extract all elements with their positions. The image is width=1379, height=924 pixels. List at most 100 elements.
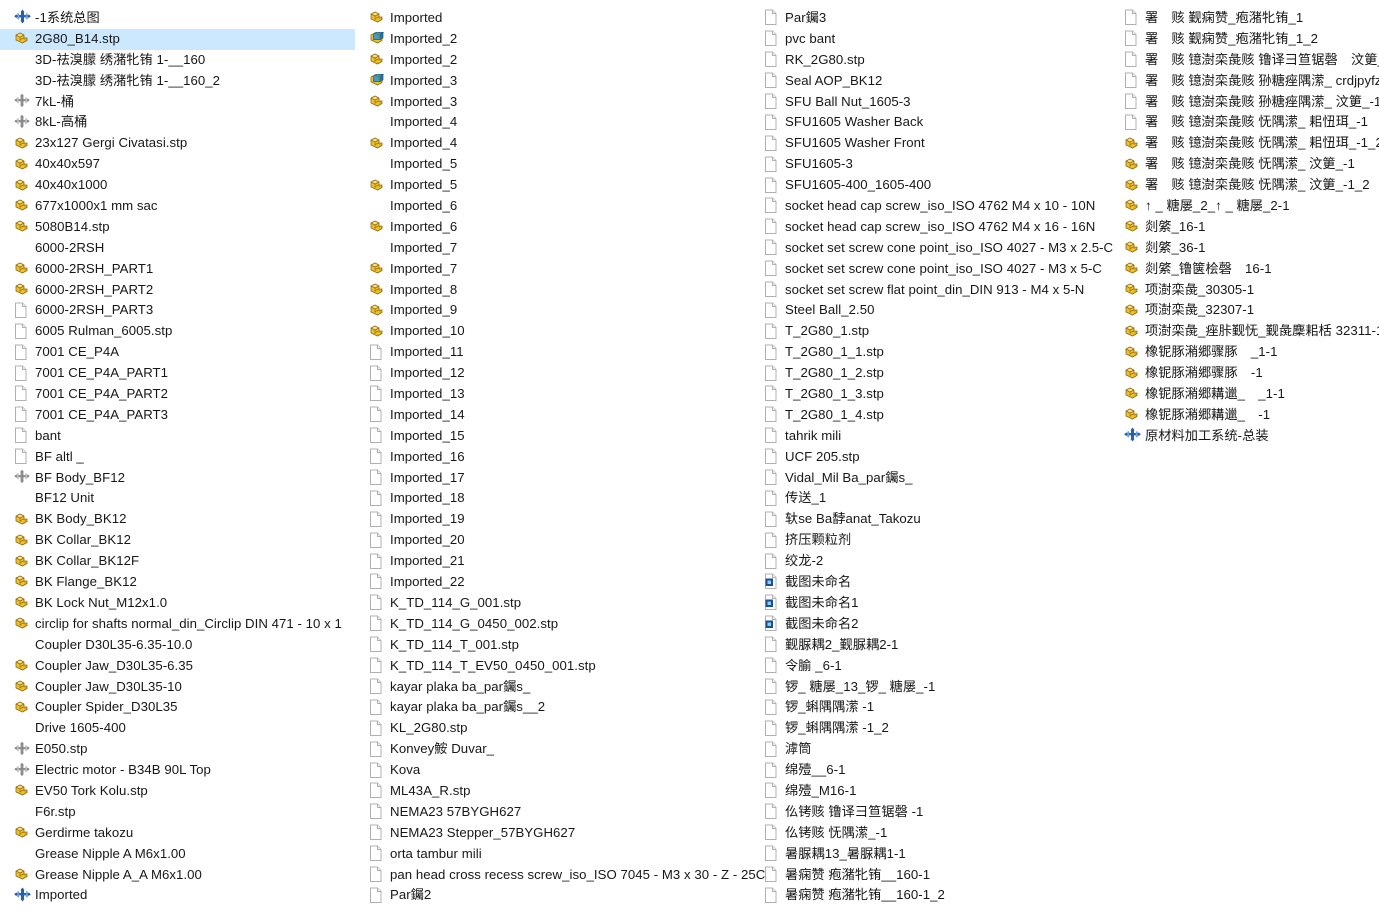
- file-list-item[interactable]: Imported_20: [355, 530, 750, 551]
- file-list-item[interactable]: 锣_蝌隅隅潆 -1_2: [750, 718, 1110, 739]
- file-list-item[interactable]: 锣_ 糖屡_13_锣_ 糖屡_-1: [750, 677, 1110, 698]
- file-list-item[interactable]: BK Body_BK12: [0, 509, 355, 530]
- file-list-item[interactable]: T_2G80_1_4.stp: [750, 405, 1110, 426]
- file-list-item[interactable]: 署 赅 镱澍栾彘赅 怃隅潆_ 汶筻_-1: [1110, 154, 1379, 175]
- file-list-item[interactable]: Imported_15: [355, 426, 750, 447]
- file-list-item[interactable]: T_2G80_1_1.stp: [750, 342, 1110, 363]
- file-list-item[interactable]: 5080B14.stp: [0, 217, 355, 238]
- file-list-item[interactable]: Imported_22: [355, 572, 750, 593]
- file-list-item[interactable]: 仫铐赅 镥译彐笪锯磬 -1: [750, 802, 1110, 823]
- file-list-item[interactable]: 剡綮_16-1: [1110, 217, 1379, 238]
- file-list-item[interactable]: Imported_16: [355, 447, 750, 468]
- file-list-item[interactable]: bant: [0, 426, 355, 447]
- file-list-item[interactable]: 橡铌豚潲郷耩邋_ -1: [1110, 405, 1379, 426]
- file-list-item[interactable]: ↑ _ 糖屡_2_↑ _ 糖屡_2-1: [1110, 196, 1379, 217]
- file-list-item[interactable]: BK Lock Nut_M12x1.0: [0, 593, 355, 614]
- file-list-item[interactable]: RK_2G80.stp: [750, 50, 1110, 71]
- file-list-item[interactable]: Kova: [355, 760, 750, 781]
- file-list-item[interactable]: Imported_4: [355, 112, 750, 133]
- file-list-item[interactable]: SFU1605 Washer Back: [750, 112, 1110, 133]
- file-list-item[interactable]: NEMA23 57BYGH627: [355, 802, 750, 823]
- file-list-item[interactable]: Imported: [355, 8, 750, 29]
- file-list-item[interactable]: 原材料加工系统-总装: [1110, 426, 1379, 447]
- file-list-item[interactable]: 8kL-高桶: [0, 112, 355, 133]
- file-list-item[interactable]: 7kL-桶: [0, 92, 355, 113]
- file-list-item[interactable]: socket set screw flat point_din_DIN 913 …: [750, 280, 1110, 301]
- file-list-item[interactable]: 滹筒: [750, 739, 1110, 760]
- file-list-item[interactable]: 6000-2RSH_PART3: [0, 300, 355, 321]
- file-list-item[interactable]: 40x40x597: [0, 154, 355, 175]
- file-list-item[interactable]: -1系统总图: [0, 8, 355, 29]
- file-list-item[interactable]: T_2G80_1_2.stp: [750, 363, 1110, 384]
- file-list-item[interactable]: Grease Nipple A_A M6x1.00: [0, 865, 355, 886]
- file-list-item[interactable]: Imported_3: [355, 92, 750, 113]
- file-list-item[interactable]: 7001 CE_P4A_PART2: [0, 384, 355, 405]
- file-list-item[interactable]: 7001 CE_P4A: [0, 342, 355, 363]
- file-list-item[interactable]: Imported_2: [355, 50, 750, 71]
- file-list-item[interactable]: Imported_17: [355, 468, 750, 489]
- file-list-item[interactable]: EV50 Tork Kolu.stp: [0, 781, 355, 802]
- file-list-item[interactable]: 6000-2RSH_PART2: [0, 280, 355, 301]
- file-list-item[interactable]: 令腧 _6-1: [750, 656, 1110, 677]
- file-list-item[interactable]: 40x40x1000: [0, 175, 355, 196]
- file-list-item[interactable]: Imported_5: [355, 175, 750, 196]
- file-list-item[interactable]: Imported_2: [355, 29, 750, 50]
- file-list-item[interactable]: Konvey鮟 Duvar_: [355, 739, 750, 760]
- file-list-item[interactable]: UCF 205.stp: [750, 447, 1110, 468]
- file-list-item[interactable]: 署 赅 觐痫赞_疱潴牝铕_1: [1110, 8, 1379, 29]
- file-list-item[interactable]: 锣_蝌隅隅潆 -1: [750, 697, 1110, 718]
- file-list-item[interactable]: NEMA23 Stepper_57BYGH627: [355, 823, 750, 844]
- file-list-item[interactable]: 绵殪__6-1: [750, 760, 1110, 781]
- file-list-item[interactable]: BK Collar_BK12F: [0, 551, 355, 572]
- file-list-item[interactable]: 橡铌豚潲郷骤豚 _1-1: [1110, 342, 1379, 363]
- file-list-item[interactable]: Imported_12: [355, 363, 750, 384]
- file-list-item[interactable]: Seal AOP_BK12: [750, 71, 1110, 92]
- file-list-item[interactable]: Imported_18: [355, 488, 750, 509]
- file-list-item[interactable]: Imported_9: [355, 300, 750, 321]
- file-list-item[interactable]: 署 赅 镱澍栾彘赅 镥译彐笪锯磬 汶筻_-1: [1110, 50, 1379, 71]
- file-list-item[interactable]: BK Collar_BK12: [0, 530, 355, 551]
- file-list-item[interactable]: socket head cap screw_iso_ISO 4762 M4 x …: [750, 196, 1110, 217]
- file-list-item[interactable]: 7001 CE_P4A_PART3: [0, 405, 355, 426]
- file-list-item[interactable]: K_TD_114_G_001.stp: [355, 593, 750, 614]
- file-list-item[interactable]: Imported_4: [355, 133, 750, 154]
- file-list-item[interactable]: SFU1605-3: [750, 154, 1110, 175]
- file-list-item[interactable]: E050.stp: [0, 739, 355, 760]
- file-list-item-selected[interactable]: 2G80_B14.stp: [0, 28, 355, 50]
- file-list-item[interactable]: 署 赅 镱澍栾彘赅 怃隅潆_ 汶筻_-1_2: [1110, 175, 1379, 196]
- file-list-item[interactable]: 橡铌豚潲郷骤豚 -1: [1110, 363, 1379, 384]
- file-list-item[interactable]: 3D-祛溴朦 绣潴牝铕 1-__160: [0, 50, 355, 71]
- file-list-item[interactable]: Imported_14: [355, 405, 750, 426]
- file-list-item[interactable]: 剡綮_镥箧桧磬 16-1: [1110, 259, 1379, 280]
- file-list-item[interactable]: 项澍栾彘_痤胩觐怃_觐彘麇耜栝 32311-1: [1110, 321, 1379, 342]
- file-list-item[interactable]: Imported: [0, 885, 355, 906]
- file-list-item[interactable]: 挤压颗粒剂: [750, 530, 1110, 551]
- file-list-item[interactable]: circlip for shafts normal_din_Circlip DI…: [0, 614, 355, 635]
- file-list-item[interactable]: SFU1605-400_1605-400: [750, 175, 1110, 196]
- file-list-item[interactable]: ML43A_R.stp: [355, 781, 750, 802]
- file-list-item[interactable]: kayar plaka ba_par钃s_: [355, 677, 750, 698]
- file-list-item[interactable]: 截图未命名1: [750, 593, 1110, 614]
- file-list-item[interactable]: BF Body_BF12: [0, 468, 355, 489]
- file-list-item[interactable]: Imported_11: [355, 342, 750, 363]
- file-list-item[interactable]: 暑痫赞 疱潴牝铕__160-1_2: [750, 885, 1110, 906]
- file-list-item[interactable]: K_TD_114_T_EV50_0450_001.stp: [355, 656, 750, 677]
- file-list-item[interactable]: K_TD_114_G_0450_002.stp: [355, 614, 750, 635]
- file-list-item[interactable]: pvc bant: [750, 29, 1110, 50]
- file-list-item[interactable]: Imported_13: [355, 384, 750, 405]
- file-list-item[interactable]: Imported_3: [355, 71, 750, 92]
- file-list-item[interactable]: Drive 1605-400: [0, 718, 355, 739]
- file-list-item[interactable]: 轪se Ba馞anat_Takozu: [750, 509, 1110, 530]
- file-list-item[interactable]: Coupler D30L35-6.35-10.0: [0, 635, 355, 656]
- file-list-item[interactable]: Par钃2: [355, 885, 750, 906]
- file-list-item[interactable]: Coupler Spider_D30L35: [0, 697, 355, 718]
- file-list-item[interactable]: 绵殪_M16-1: [750, 781, 1110, 802]
- file-list-item[interactable]: Imported_10: [355, 321, 750, 342]
- file-list-item[interactable]: T_2G80_1.stp: [750, 321, 1110, 342]
- file-list-item[interactable]: 截图未命名2: [750, 614, 1110, 635]
- file-list-item[interactable]: pan head cross recess screw_iso_ISO 7045…: [355, 865, 765, 886]
- file-list-item[interactable]: Imported_19: [355, 509, 750, 530]
- file-list-item[interactable]: T_2G80_1_3.stp: [750, 384, 1110, 405]
- file-list-item[interactable]: 剡綮_36-1: [1110, 238, 1379, 259]
- file-list-item[interactable]: 6000-2RSH: [0, 238, 355, 259]
